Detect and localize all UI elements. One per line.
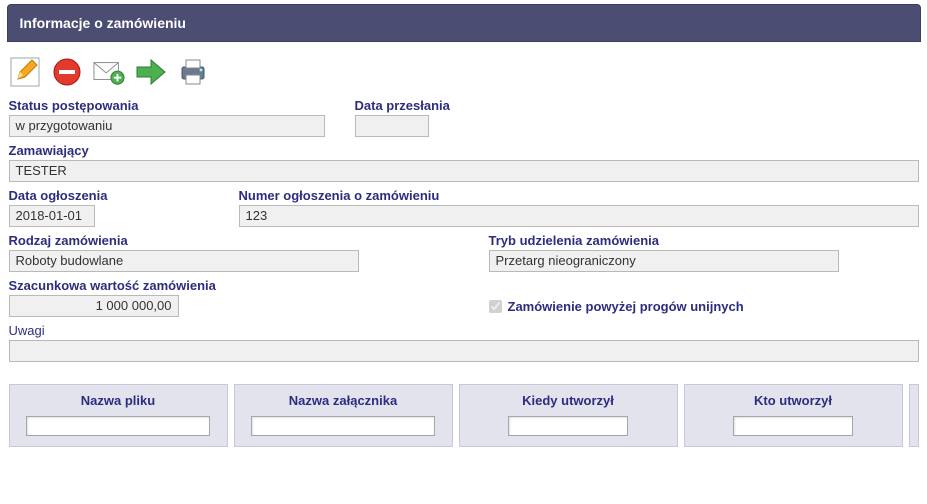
notes-value: [9, 340, 919, 362]
print-icon: [178, 57, 208, 87]
att-header: Nazwa pliku: [18, 393, 219, 408]
att-filter-created-by[interactable]: [733, 416, 854, 436]
est-value-value: 1 000 000,00: [9, 295, 179, 317]
order-type-label: Rodzaj zamówienia: [9, 233, 359, 248]
announce-date-value: 2018-01-01: [9, 205, 95, 227]
announce-no-label: Numer ogłoszenia o zamówieniu: [239, 188, 919, 203]
toolbar: [7, 42, 921, 98]
print-button[interactable]: [177, 56, 209, 88]
sent-date-value: [355, 115, 429, 137]
att-col-filename: Nazwa pliku: [9, 384, 228, 447]
edit-button[interactable]: [9, 56, 41, 88]
orderer-label: Zamawiający: [9, 143, 919, 158]
att-header: Kiedy utworzył: [468, 393, 669, 408]
att-header: Kto utworzył: [693, 393, 894, 408]
stop-icon: [52, 57, 82, 87]
order-type-value: Roboty budowlane: [9, 250, 359, 272]
att-filter-attname[interactable]: [251, 416, 436, 436]
att-col-created-when: Kiedy utworzył: [459, 384, 678, 447]
att-col-tail: [909, 384, 919, 447]
award-mode-label: Tryb udzielenia zamówienia: [489, 233, 839, 248]
award-mode-value: Przetarg nieograniczony: [489, 250, 839, 272]
panel-title: Informacje o zamówieniu: [7, 4, 921, 42]
mail-add-icon: [93, 58, 125, 86]
attachments-table: Nazwa pliku Nazwa załącznika Kiedy utwor…: [7, 384, 921, 447]
att-col-created-by: Kto utworzył: [684, 384, 903, 447]
announce-no-value: 123: [239, 205, 919, 227]
att-header: Nazwa załącznika: [243, 393, 444, 408]
mail-add-button[interactable]: [93, 56, 125, 88]
arrow-right-icon: [135, 57, 167, 87]
edit-icon: [10, 57, 40, 87]
announce-date-label: Data ogłoszenia: [9, 188, 209, 203]
sent-date-label: Data przesłania: [355, 98, 455, 113]
orderer-value: TESTER: [9, 160, 919, 182]
att-col-attname: Nazwa załącznika: [234, 384, 453, 447]
above-thresholds-label: Zamówienie powyżej progów unijnych: [508, 299, 744, 314]
notes-label: Uwagi: [9, 323, 919, 338]
att-filter-filename[interactable]: [26, 416, 211, 436]
att-filter-created-when[interactable]: [508, 416, 629, 436]
above-thresholds-checkbox[interactable]: [489, 300, 502, 313]
forward-button[interactable]: [135, 56, 167, 88]
status-value: w przygotowaniu: [9, 115, 325, 137]
delete-button[interactable]: [51, 56, 83, 88]
status-label: Status postępowania: [9, 98, 325, 113]
est-value-label: Szacunkowa wartość zamówienia: [9, 278, 269, 293]
